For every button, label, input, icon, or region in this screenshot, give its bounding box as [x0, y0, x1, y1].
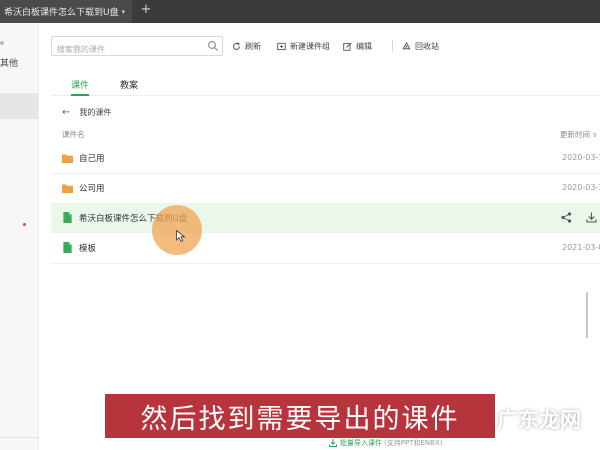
file-icon — [63, 242, 72, 253]
active-tab-indicator — [71, 94, 89, 96]
folder-icon — [62, 154, 73, 163]
edit-label: 编辑 — [356, 41, 372, 51]
new-group-button[interactable]: 新建课件组 — [277, 40, 330, 52]
recycle-icon — [402, 41, 411, 49]
sidebar-bullet-icon — [0, 41, 4, 45]
search-icon[interactable] — [207, 40, 219, 52]
breadcrumb-current[interactable]: 我的课件 — [79, 107, 111, 118]
sort-icon[interactable]: ⇕ — [592, 132, 597, 139]
search-box[interactable] — [51, 36, 223, 59]
sidebar: 其他 — [0, 23, 39, 450]
share-icon[interactable] — [561, 212, 572, 223]
title-bar: 希沃白板课件怎么下载到U盘 ▾ + — [0, 0, 600, 23]
row-name: 自己用 — [79, 154, 105, 164]
batch-import-hint: (支持PPT和ENBX) — [384, 439, 443, 447]
column-header-time-label: 更新时间 — [560, 130, 590, 139]
mouse-pointer-icon — [176, 230, 186, 242]
tab-bar: 课件 教案 — [51, 70, 600, 96]
table-row[interactable]: 模板 2021-03-06 — [51, 233, 600, 263]
row-date: 2021-03-06 — [562, 243, 600, 252]
row-name: 模板 — [79, 244, 97, 254]
file-icon — [63, 212, 72, 223]
refresh-icon — [233, 41, 240, 50]
window-tab[interactable]: 希沃白板课件怎么下载到U盘 ▾ — [0, 0, 132, 23]
table-row[interactable]: 公司用 2020-03-12 — [51, 173, 600, 203]
new-group-label: 新建课件组 — [290, 41, 330, 51]
download-icon[interactable] — [586, 212, 597, 223]
edit-button[interactable]: 编辑 — [343, 40, 372, 52]
recycle-bin-label: 回收站 — [415, 41, 439, 51]
column-header-time[interactable]: 更新时间 ⇕ — [560, 129, 597, 140]
recycle-bin-button[interactable]: 回收站 — [402, 40, 439, 52]
sidebar-divider — [0, 437, 38, 438]
back-arrow-icon[interactable]: ← — [62, 107, 70, 118]
breadcrumb: ← 我的课件 — [62, 107, 111, 118]
sidebar-item-active[interactable] — [0, 93, 38, 119]
search-input[interactable] — [52, 40, 207, 59]
toolbar-divider — [392, 40, 393, 52]
new-group-icon — [277, 42, 286, 50]
batch-import-button[interactable]: 批量导入课件 (支持PPT和ENBX) — [329, 438, 442, 448]
edit-icon — [343, 41, 352, 51]
table-row[interactable]: 自己用 2020-03-12 — [51, 143, 600, 173]
batch-import-label: 批量导入课件 — [340, 439, 382, 447]
row-date: 2020-03-12 — [562, 183, 600, 192]
window-tab-title: 希沃白板课件怎么下载到U盘 — [4, 8, 119, 18]
column-header-name[interactable]: 课件名 — [62, 129, 85, 140]
chevron-down-icon[interactable]: ▾ — [122, 8, 126, 16]
scrollbar[interactable] — [586, 292, 588, 338]
tab-courseware[interactable]: 课件 — [71, 78, 89, 91]
row-divider — [51, 263, 600, 264]
refresh-label: 刷新 — [245, 41, 261, 51]
video-subtitle: 然后找到需要导出的课件 — [105, 394, 495, 438]
tab-lesson-plan[interactable]: 教案 — [120, 78, 138, 91]
add-tab-icon[interactable]: + — [139, 3, 153, 17]
row-name: 公司用 — [79, 184, 105, 194]
import-icon — [329, 439, 337, 447]
notification-dot-icon — [23, 223, 26, 226]
table-row-selected[interactable]: 希沃白板课件怎么下载到U盘 — [51, 203, 600, 233]
row-date: 2020-03-12 — [562, 153, 600, 162]
video-subtitle-text: 然后找到需要导出的课件 — [140, 403, 460, 435]
watermark: 广东龙网 — [497, 408, 581, 432]
sidebar-item-other[interactable]: 其他 — [0, 56, 18, 69]
folder-icon — [62, 184, 73, 193]
refresh-button[interactable]: 刷新 — [232, 40, 261, 52]
